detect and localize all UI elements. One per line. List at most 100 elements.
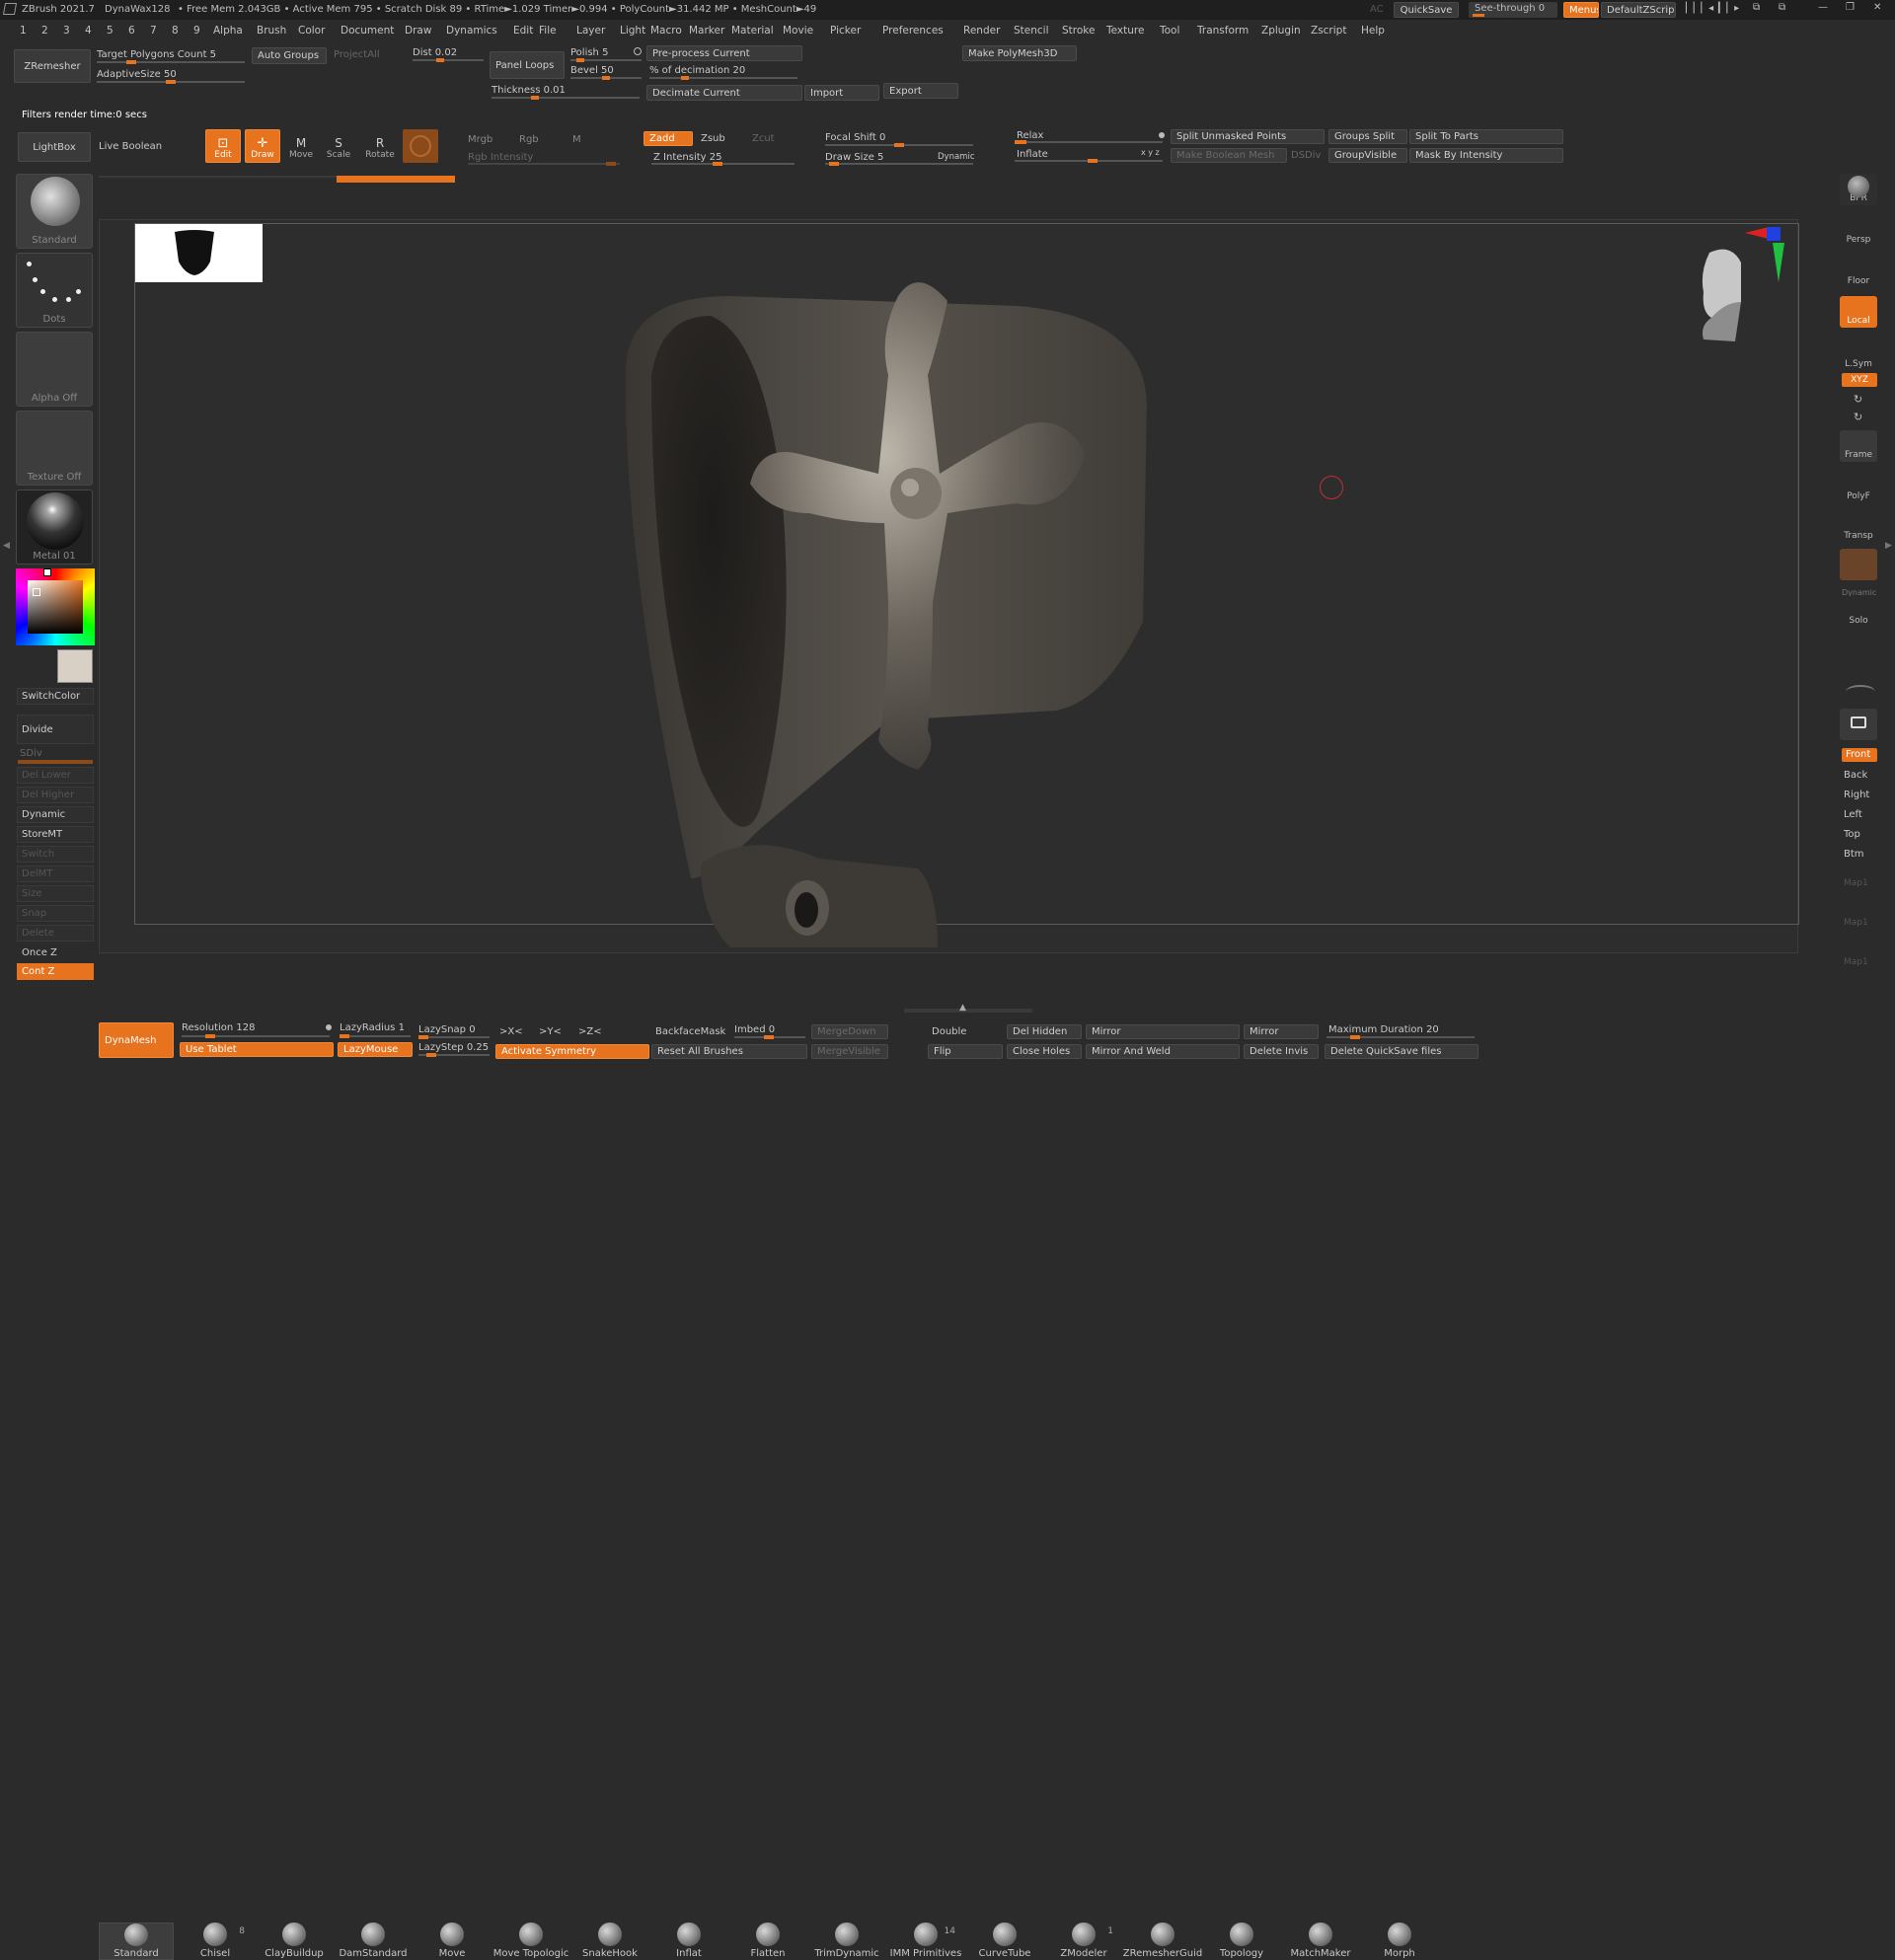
polyf-button[interactable]: PolyF [1840, 472, 1877, 503]
texture-thumbnail[interactable]: Texture Off [16, 411, 93, 486]
panel-loops-button[interactable]: Panel Loops [490, 51, 565, 79]
bevel-slider[interactable]: Bevel 50 [570, 65, 614, 76]
inflate-track[interactable] [1015, 159, 1163, 163]
target-polygons-slider[interactable]: Target Polygons Count 5 [97, 49, 216, 60]
edit-button[interactable]: ⊡ Edit [205, 129, 241, 163]
groups-split-button[interactable]: Groups Split [1328, 129, 1407, 144]
menu-zscript[interactable]: Zscript [1311, 25, 1346, 37]
symmetry-x-button[interactable]: >X< [499, 1026, 523, 1037]
solo-button[interactable]: Solo [1840, 596, 1877, 628]
mirror-button-2[interactable]: Mirror [1244, 1024, 1319, 1039]
xyz-button[interactable]: XYZ [1842, 373, 1877, 387]
brush-thumbnail[interactable]: Standard [16, 174, 93, 249]
brush-topology[interactable]: Topology [1204, 1922, 1279, 1960]
zremesher-button[interactable]: ZRemesher [14, 49, 91, 83]
view-left-button[interactable]: Left [1844, 809, 1862, 820]
lazy-step-slider[interactable]: LazyStep 0.25 [418, 1042, 489, 1053]
max-duration-slider[interactable]: Maximum Duration 20 [1328, 1024, 1439, 1035]
menu-1[interactable]: 1 [20, 25, 27, 37]
rgb-intensity-track[interactable] [468, 162, 620, 166]
rotate-z-icon[interactable]: ↻ [1854, 411, 1862, 423]
view-right-button[interactable]: Right [1844, 790, 1869, 800]
menu-marker[interactable]: Marker [689, 25, 724, 37]
relax-track[interactable] [1015, 140, 1163, 144]
menu-texture[interactable]: Texture [1106, 25, 1144, 37]
switch-button[interactable]: Switch [17, 846, 94, 863]
snapshot-button[interactable] [1840, 709, 1877, 740]
material-thumbnail[interactable]: Metal 01 [16, 490, 93, 565]
once-z-button[interactable]: Once Z [17, 944, 94, 961]
zsub-button[interactable]: Zsub [701, 133, 725, 144]
brush-damstandard[interactable]: DamStandard [336, 1922, 411, 1960]
brush-curvetube[interactable]: CurveTube [967, 1922, 1042, 1960]
brush-imm-primitives[interactable]: IMM Primitives 14 [888, 1922, 963, 1960]
decimation-track[interactable] [649, 76, 797, 80]
bpr-button[interactable]: BPR [1840, 174, 1877, 205]
frame-button[interactable]: Frame [1840, 430, 1877, 462]
menu-help[interactable]: Help [1361, 25, 1385, 37]
live-boolean-button[interactable]: Live Boolean [99, 141, 162, 152]
resolution-toggle-icon[interactable] [326, 1024, 332, 1030]
double-button[interactable]: Double [932, 1026, 966, 1037]
lazy-radius-slider[interactable]: LazyRadius 1 [340, 1022, 405, 1033]
polish-track[interactable] [570, 58, 642, 62]
quicksave-button[interactable]: QuickSave [1394, 2, 1459, 18]
brush-snakehook[interactable]: SnakeHook [572, 1922, 647, 1960]
menu-2[interactable]: 2 [41, 25, 48, 37]
menu-stencil[interactable]: Stencil [1014, 25, 1049, 37]
zadd-button[interactable]: Zadd [644, 131, 693, 146]
m-button[interactable]: M [572, 134, 581, 145]
z-intensity-track[interactable] [651, 162, 795, 166]
symmetry-z-button[interactable]: >Z< [578, 1026, 602, 1037]
lazy-radius-track[interactable] [340, 1034, 411, 1038]
mrgb-button[interactable]: Mrgb [468, 134, 493, 145]
brush-inflat[interactable]: Inflat [651, 1922, 726, 1960]
menu-brush[interactable]: Brush [257, 25, 286, 37]
use-tablet-button[interactable]: Use Tablet [180, 1042, 334, 1057]
scale-button[interactable]: S Scale [322, 129, 355, 163]
menu-material[interactable]: Material [731, 25, 774, 37]
menu-3[interactable]: 3 [63, 25, 70, 37]
brush-zremesherguid[interactable]: ZRemesherGuid [1123, 1922, 1202, 1960]
tray-scroll-handle[interactable] [904, 1009, 1032, 1013]
view-front-button[interactable]: Front [1842, 748, 1877, 762]
dist-slider[interactable]: Dist 0.02 [413, 47, 457, 58]
brush-morph[interactable]: Morph [1362, 1922, 1437, 1960]
menu-draw[interactable]: Draw [405, 25, 431, 37]
brush-standard[interactable]: Standard [99, 1922, 174, 1960]
color-picker[interactable] [16, 568, 95, 645]
layout2-icon[interactable]: ▕▏▏▸ [1711, 3, 1739, 14]
dsdiv-button[interactable]: DSDiv [1291, 150, 1321, 161]
switch-color-button[interactable]: SwitchColor [17, 688, 94, 705]
brush-move[interactable]: Move [415, 1922, 490, 1960]
imbed-slider[interactable]: Imbed 0 [734, 1024, 775, 1035]
symmetry-y-button[interactable]: >Y< [539, 1026, 562, 1037]
reset-all-brushes-button[interactable]: Reset All Brushes [651, 1044, 807, 1059]
layout-icon[interactable]: ▏▏▏◂ [1686, 3, 1713, 14]
mirror-button[interactable]: Mirror [1086, 1024, 1240, 1039]
del-lower-button[interactable]: Del Lower [17, 767, 94, 784]
export-button[interactable]: Export [883, 83, 958, 99]
dynamic-toggle[interactable]: Dynamic [938, 152, 975, 162]
bevel-track[interactable] [570, 76, 642, 80]
close-icon[interactable]: ✕ [1873, 2, 1881, 13]
brush-claybuildup[interactable]: ClayBuildup [257, 1922, 332, 1960]
brush-chisel[interactable]: Chisel 8 [178, 1922, 253, 1960]
gauge-icon[interactable] [1846, 685, 1875, 699]
brush-zmodeler[interactable]: ZModeler 1 [1046, 1922, 1121, 1960]
merge-visible-button[interactable]: MergeVisible [811, 1044, 888, 1059]
polish-toggle-icon[interactable] [634, 47, 642, 55]
mask-by-intensity-button[interactable]: Mask By Intensity [1409, 148, 1563, 163]
brush-trimdynamic[interactable]: TrimDynamic [809, 1922, 884, 1960]
lazy-snap-slider[interactable]: LazySnap 0 [418, 1024, 476, 1035]
menu-render[interactable]: Render [963, 25, 1000, 37]
ghost-button[interactable] [1840, 549, 1877, 580]
make-boolean-mesh-button[interactable]: Make Boolean Mesh [1171, 148, 1287, 163]
split-to-parts-button[interactable]: Split To Parts [1409, 129, 1563, 144]
merge-down-button[interactable]: MergeDown [811, 1024, 888, 1039]
menu-alpha[interactable]: Alpha [213, 25, 243, 37]
decimation-slider[interactable]: % of decimation 20 [649, 65, 745, 76]
draw-button[interactable]: ✛ Draw [245, 129, 280, 163]
menu-edit[interactable]: Edit [513, 25, 533, 37]
menu-layer[interactable]: Layer [576, 25, 605, 37]
